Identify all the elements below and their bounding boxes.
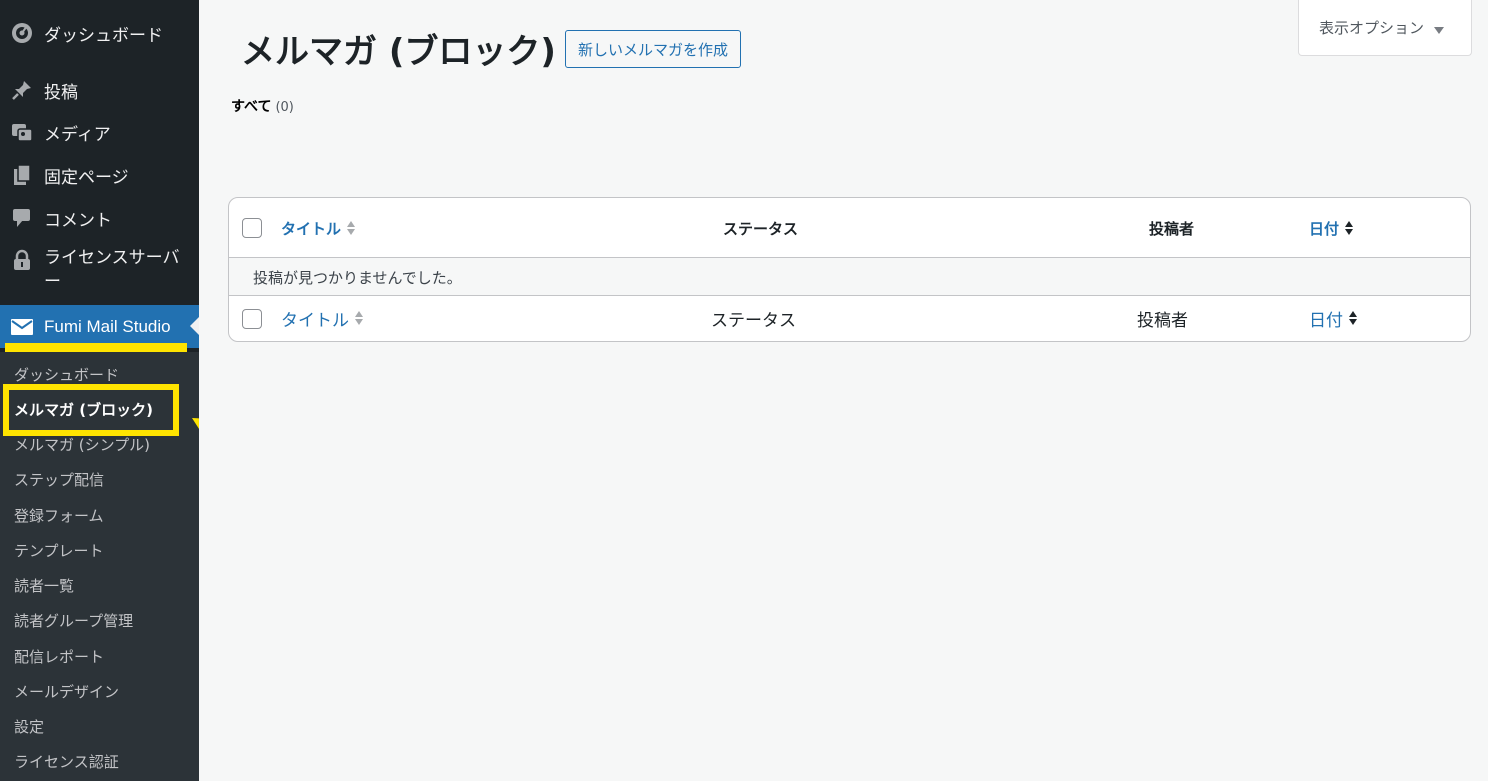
submenu-item-newsletter-block[interactable]: メルマガ (ブロック) <box>14 399 153 420</box>
column-footer-status: ステータス <box>711 310 796 331</box>
table-footer-row: タイトル ステータス 投稿者 日付 <box>229 296 1470 341</box>
add-new-newsletter-button[interactable]: 新しいメルマガを作成 <box>565 30 742 68</box>
page-title: メルマガ (ブロック) <box>241 32 556 72</box>
screen-options-toggle[interactable]: 表示オプション <box>1298 0 1472 56</box>
submenu-item-newsletter-simple[interactable]: メルマガ (シンプル) <box>14 434 150 455</box>
table-header-row: タイトル ステータス 投稿者 日付 <box>229 198 1470 258</box>
sort-icon <box>355 311 363 325</box>
page-icon <box>10 163 34 187</box>
main-content: メルマガ (ブロック) 新しいメルマガを作成 表示オプション すべて (0) タイ… <box>199 0 1488 781</box>
menu-item-label: ダッシュボード <box>44 25 163 46</box>
sort-icon <box>347 221 356 235</box>
column-footer-title[interactable]: タイトル <box>281 306 363 331</box>
lock-icon <box>10 248 34 272</box>
submenu-item-settings[interactable]: 設定 <box>14 716 44 737</box>
submenu-item-mail-design[interactable]: メールデザイン <box>14 681 119 702</box>
highlight-underline <box>5 343 187 352</box>
filter-all-count: (0) <box>275 100 294 115</box>
submenu-item-step-delivery[interactable]: ステップ配信 <box>14 469 104 490</box>
submenu-item-signup-form[interactable]: 登録フォーム <box>14 505 104 526</box>
submenu-item-dashboard[interactable]: ダッシュボード <box>14 364 119 385</box>
dashboard-icon <box>10 21 34 45</box>
submenu-item-subscribers[interactable]: 読者一覧 <box>14 575 74 596</box>
submenu-item-subscriber-groups[interactable]: 読者グループ管理 <box>14 610 133 631</box>
posts-table: タイトル ステータス 投稿者 日付 投稿が見つかりませんでした。 タイトル ステ… <box>228 197 1471 342</box>
column-header-date[interactable]: 日付 <box>1309 216 1354 240</box>
caret-down-icon <box>1434 27 1445 34</box>
column-title-label: タイトル <box>281 310 349 331</box>
submenu-item-license-auth[interactable]: ライセンス認証 <box>14 751 119 772</box>
table-row: 投稿が見つかりませんでした。 <box>229 258 1470 296</box>
screen-options-label: 表示オプション <box>1319 19 1425 37</box>
column-date-label: 日付 <box>1309 310 1343 331</box>
no-items-message: 投稿が見つかりませんでした。 <box>253 269 462 287</box>
column-footer-author: 投稿者 <box>1137 310 1188 331</box>
status-filter-links: すべて (0) <box>231 96 294 116</box>
select-all-checkbox-footer[interactable] <box>242 309 262 329</box>
comment-icon <box>10 206 34 230</box>
menu-item-label: 投稿 <box>44 82 78 103</box>
column-footer-date[interactable]: 日付 <box>1309 306 1357 331</box>
menu-item-label: ライセンスサーバー <box>44 248 180 292</box>
sort-icon <box>1345 221 1354 235</box>
menu-item-label: Fumi Mail Studio <box>44 316 171 336</box>
current-menu-caret <box>190 317 199 335</box>
menu-item-comments[interactable]: コメント <box>0 198 199 238</box>
menu-item-label: メディア <box>44 124 111 145</box>
menu-item-label: コメント <box>44 210 112 231</box>
media-icon <box>10 120 34 144</box>
submenu-item-template[interactable]: テンプレート <box>14 540 104 561</box>
menu-item-license-server[interactable]: ライセンスサーバー <box>0 246 199 300</box>
column-header-status: ステータス <box>723 219 799 238</box>
menu-item-pages[interactable]: 固定ページ <box>0 155 199 195</box>
sort-icon <box>1349 311 1357 325</box>
column-date-label: 日付 <box>1309 219 1340 238</box>
menu-item-label: 固定ページ <box>44 167 129 188</box>
envelope-icon <box>10 315 34 339</box>
menu-item-media[interactable]: メディア <box>0 112 199 152</box>
submenu-item-delivery-report[interactable]: 配信レポート <box>14 646 104 667</box>
column-header-author: 投稿者 <box>1149 219 1195 238</box>
menu-item-dashboard[interactable]: ダッシュボード <box>0 13 199 53</box>
menu-item-fumi-mail-studio[interactable]: Fumi Mail Studio <box>0 305 199 348</box>
admin-sidebar: ダッシュボード 投稿 メディア 固定ページ コメント ライセンスサーバー Fum… <box>0 0 199 781</box>
pin-icon <box>10 78 34 102</box>
column-title-label: タイトル <box>281 219 342 238</box>
filter-all-link[interactable]: すべて <box>231 99 271 115</box>
select-all-checkbox[interactable] <box>242 218 262 238</box>
column-header-title[interactable]: タイトル <box>281 216 356 240</box>
menu-item-posts[interactable]: 投稿 <box>0 70 199 110</box>
